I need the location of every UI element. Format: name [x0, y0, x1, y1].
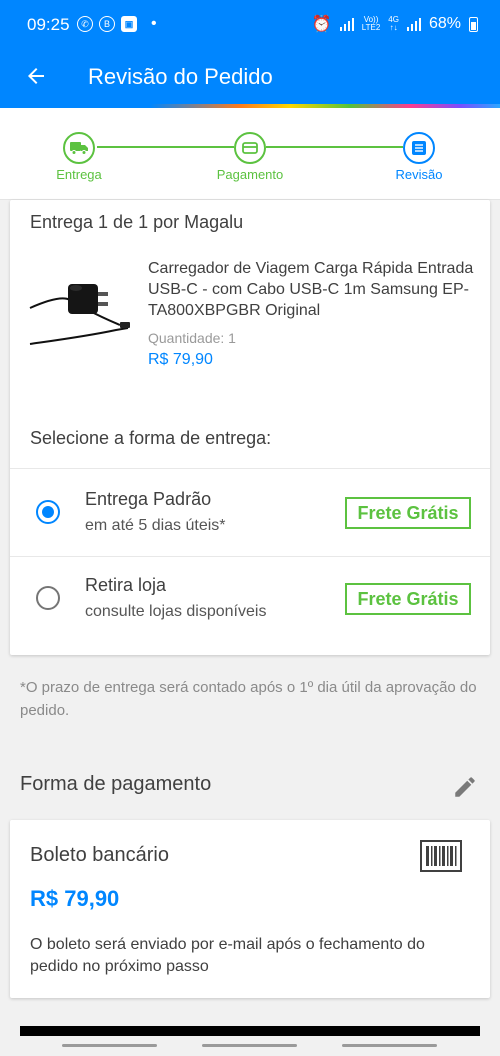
app-notification-icon: ▣ — [121, 16, 137, 32]
radio-unselected-icon[interactable] — [36, 586, 60, 610]
list-icon — [412, 141, 426, 155]
notification-icons: ✆ B ▣ • — [77, 15, 157, 33]
status-right: ⏰ Vo)) LTE2 4G ↑↓ 68% — [312, 14, 478, 34]
option-title: Retira loja — [85, 575, 167, 595]
signal-icon-2 — [406, 17, 421, 31]
payment-section-title: Forma de pagamento — [20, 773, 212, 795]
product-quantity: Quantidade: 1 — [148, 330, 236, 346]
payment-description: O boleto será enviado por e-mail após o … — [30, 936, 425, 975]
battery-level: 68% — [428, 15, 461, 32]
product-price: R$ 79,90 — [148, 351, 213, 368]
page-title: Revisão do Pedido — [88, 64, 273, 89]
radio-selected-icon[interactable] — [36, 500, 60, 524]
status-time: 09:25 — [27, 15, 70, 34]
pencil-icon[interactable] — [452, 774, 478, 800]
delivery-card: Entrega 1 de 1 por Magalu Carregador de … — [10, 200, 490, 655]
product-name: Carregador de Viagem Carga Rápida Entrad… — [148, 260, 474, 319]
whatsapp-icon: ✆ — [77, 16, 93, 32]
alarm-icon: ⏰ — [311, 16, 332, 33]
delivery-method-title: Selecione a forma de entrega: — [30, 428, 272, 448]
nav-back[interactable] — [342, 1044, 437, 1047]
truck-icon — [70, 142, 88, 155]
step-connector — [266, 146, 403, 148]
nav-recent[interactable] — [62, 1044, 157, 1047]
product-image — [29, 284, 130, 345]
nav-home[interactable] — [202, 1044, 297, 1047]
delivery-note: *O prazo de entrega será contado após o … — [20, 679, 477, 719]
barcode-icon — [420, 840, 462, 872]
step-label-entrega: Entrega — [56, 167, 102, 182]
delivery-title: Entrega 1 de 1 por Magalu — [30, 212, 244, 232]
battery-icon — [469, 16, 478, 32]
option-title: Entrega Padrão — [85, 489, 212, 509]
card-icon — [242, 142, 258, 154]
delivery-option-retira-loja[interactable]: Retira loja consulte lojas disponíveis F… — [10, 556, 490, 642]
app-bar: Revisão do Pedido — [0, 50, 500, 106]
network-type-indicator: 4G ↑↓ — [388, 15, 399, 32]
option-subtitle: consulte lojas disponíveis — [85, 603, 267, 620]
checkout-stepper: Entrega Pagamento Revisão — [0, 108, 500, 200]
option-subtitle: em até 5 dias úteis* — [85, 517, 226, 534]
signal-icon — [339, 17, 354, 31]
payment-total: R$ 79,90 — [30, 886, 120, 911]
divider — [10, 468, 490, 469]
system-nav-bar — [0, 1036, 500, 1056]
step-pagamento[interactable] — [234, 132, 266, 164]
step-revisao[interactable] — [403, 132, 435, 164]
step-entrega[interactable] — [63, 132, 95, 164]
step-label-pagamento: Pagamento — [216, 167, 284, 182]
delivery-option-entrega-padrao[interactable]: Entrega Padrão em até 5 dias úteis* Fret… — [10, 470, 490, 556]
b-app-icon: B — [99, 16, 115, 32]
step-connector — [97, 146, 234, 148]
status-bar: 09:25 ✆ B ▣ • ⏰ Vo)) LTE2 4G ↑↓ 68% — [0, 0, 500, 50]
free-shipping-badge: Frete Grátis — [345, 497, 471, 529]
more-notifications-icon: • — [151, 15, 157, 32]
bottom-action-bar — [20, 1026, 480, 1036]
payment-card: Boleto bancário R$ 79,90 O boleto será e… — [10, 820, 490, 998]
step-label-revisao: Revisão — [395, 167, 443, 182]
payment-method: Boleto bancário — [30, 844, 169, 866]
volte-indicator: Vo)) LTE2 — [361, 15, 381, 32]
arrow-left-icon[interactable] — [24, 64, 48, 88]
free-shipping-badge: Frete Grátis — [345, 583, 471, 615]
